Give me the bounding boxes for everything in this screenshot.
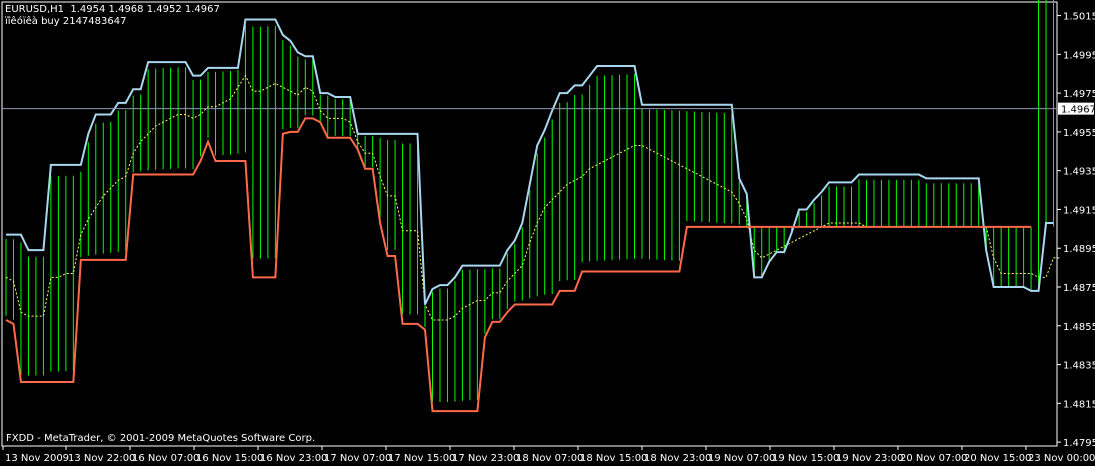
x-tick-label: 19 Nov 23:00 [836, 453, 903, 464]
y-tick-label: 1.4935 [1063, 167, 1095, 178]
x-tick-label: 17 Nov 15:00 [388, 453, 455, 464]
x-tick-label: 18 Nov 23:00 [644, 453, 711, 464]
current-price-label: 1.4967 [1061, 105, 1095, 116]
x-tick-label: 16 Nov 15:00 [196, 453, 263, 464]
x-tick-label: 16 Nov 23:00 [260, 453, 327, 464]
y-tick-label: 1.4915 [1063, 205, 1095, 216]
price-chart[interactable]: 1.4967 1.5015 1.4995 1.4975 1.4955 1.4935 1.49… [0, 0, 1095, 466]
x-tick-label: 19 Nov 15:00 [772, 453, 839, 464]
x-tick-label: 20 Nov 15:00 [964, 453, 1031, 464]
symbol-info: EURUSD,H1 1.4954 1.4968 1.4952 1.4967 [5, 4, 220, 15]
x-tick-label: 18 Nov 15:00 [580, 453, 647, 464]
x-tick-label: 20 Nov 07:00 [900, 453, 967, 464]
x-tick-label: 13 Nov 2009 [5, 453, 69, 464]
y-tick-label: 1.4875 [1063, 283, 1095, 294]
indicator-info: ïîêóïêà buy 2147483647 [5, 16, 127, 27]
y-tick-label: 1.5015 [1063, 12, 1095, 23]
y-tick-label: 1.4975 [1063, 89, 1095, 100]
y-tick-label: 1.4815 [1063, 399, 1095, 410]
x-tick-label: 19 Nov 07:00 [708, 453, 775, 464]
x-tick-label: 16 Nov 07:00 [132, 453, 199, 464]
chart-window[interactable]: 1.4967 1.5015 1.4995 1.4975 1.4955 1.4935 1.49… [0, 0, 1095, 466]
x-tick-label: 23 Nov 00:00 [1028, 453, 1095, 464]
y-tick-label: 1.4795 [1063, 438, 1095, 449]
y-tick-label: 1.4855 [1063, 322, 1095, 333]
y-tick-label: 1.4955 [1063, 128, 1095, 139]
copyright-text: FXDD - MetaTrader, © 2001-2009 MetaQuote… [6, 433, 316, 444]
lower-band-line [5, 117, 1032, 413]
x-tick-label: 13 Nov 22:00 [68, 453, 135, 464]
x-tick-label: 17 Nov 23:00 [452, 453, 519, 464]
y-tick-label: 1.4995 [1063, 50, 1095, 61]
x-tick-label: 17 Nov 07:00 [324, 453, 391, 464]
middle-line [5, 74, 1061, 321]
x-tick-label: 18 Nov 07:00 [516, 453, 583, 464]
y-tick-label: 1.4895 [1063, 244, 1095, 255]
y-tick-label: 1.4835 [1063, 361, 1095, 372]
